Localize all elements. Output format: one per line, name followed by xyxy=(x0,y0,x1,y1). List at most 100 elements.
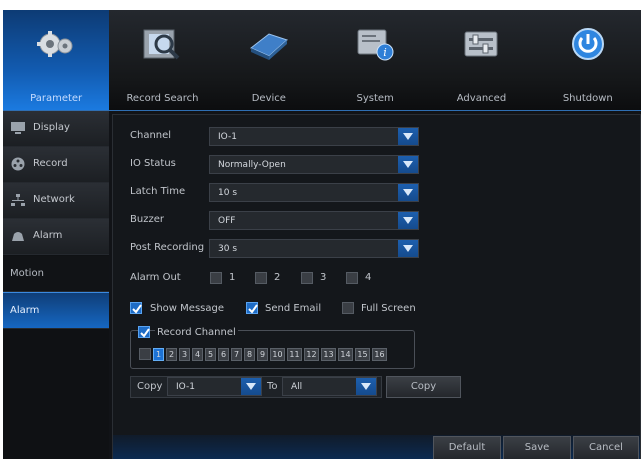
copy-to-select[interactable]: All xyxy=(282,377,377,396)
copy-label: Copy xyxy=(137,381,163,392)
tab-shutdown[interactable]: Shutdown xyxy=(535,10,641,110)
tab-advanced[interactable]: Advanced xyxy=(428,10,534,110)
sidebar-item-network[interactable]: Network xyxy=(3,183,109,219)
post-recording-value: 30 s xyxy=(218,244,238,254)
sidebar-item-label: Record xyxy=(33,158,68,169)
record-channel-button[interactable]: 10 xyxy=(270,348,285,361)
dropdown-arrow-icon xyxy=(398,240,418,257)
channel-value: IO-1 xyxy=(218,132,237,142)
dropdown-arrow-icon xyxy=(356,378,376,395)
alarm-out-option-label: 3 xyxy=(320,272,327,283)
copy-from-select[interactable]: IO-1 xyxy=(167,377,262,396)
sidebar-item-label: Display xyxy=(33,122,70,133)
copy-to-label: To xyxy=(267,381,278,392)
alarm-out-label: Alarm Out xyxy=(130,272,181,283)
record-channel-button[interactable]: 16 xyxy=(372,348,387,361)
record-channel-label: Record Channel xyxy=(155,327,238,338)
monitor-icon xyxy=(11,122,25,134)
record-channel-checkbox[interactable] xyxy=(138,326,150,338)
sidebar-subitem-label: Motion xyxy=(10,268,44,279)
buzzer-label: Buzzer xyxy=(130,214,164,225)
io-status-label: IO Status xyxy=(130,158,176,169)
tab-label: System xyxy=(356,93,394,104)
record-channel-button[interactable]: 13 xyxy=(321,348,336,361)
film-reel-icon xyxy=(11,157,25,171)
check-icon xyxy=(140,328,150,338)
sidebar-subitem-label: Alarm xyxy=(10,305,40,316)
record-channel-button[interactable]: 5 xyxy=(205,348,216,361)
buzzer-value: OFF xyxy=(218,216,236,226)
copy-button[interactable]: Copy xyxy=(386,376,461,398)
dropdown-arrow-icon xyxy=(398,184,418,201)
check-icon xyxy=(248,304,258,314)
dvr-window: Parameter Record Search Device i System … xyxy=(0,0,644,459)
alarm-out-option-label: 2 xyxy=(274,272,281,283)
record-channel-button[interactable]: 6 xyxy=(218,348,229,361)
io-status-select[interactable]: Normally-Open xyxy=(209,155,419,174)
alarm-out-checkbox-4[interactable] xyxy=(346,272,358,284)
system-info-icon: i xyxy=(357,29,394,61)
record-channel-button[interactable]: 3 xyxy=(179,348,190,361)
channel-select[interactable]: IO-1 xyxy=(209,127,419,146)
sidebar-item-record[interactable]: Record xyxy=(3,147,109,183)
sliders-icon xyxy=(464,31,498,57)
full-screen-label: Full Screen xyxy=(361,303,416,314)
latch-time-select[interactable]: 10 s xyxy=(209,183,419,202)
gears-icon xyxy=(37,31,73,57)
sidebar: Display Record Network Alarm Motion Alar… xyxy=(3,111,109,459)
full-screen-checkbox[interactable] xyxy=(342,302,354,314)
show-message-checkbox[interactable] xyxy=(130,302,142,314)
tab-system[interactable]: i System xyxy=(322,10,428,110)
copy-bar: Copy IO-1 To All Copy xyxy=(130,376,461,398)
sidebar-item-label: Network xyxy=(33,194,75,205)
alarm-out-checkbox-3[interactable] xyxy=(301,272,313,284)
tab-record-search[interactable]: Record Search xyxy=(109,10,215,110)
record-channel-button[interactable]: 9 xyxy=(257,348,268,361)
film-magnifier-icon xyxy=(143,29,180,60)
alarm-out-checkbox-2[interactable] xyxy=(255,272,267,284)
send-email-label: Send Email xyxy=(265,303,322,314)
send-email-checkbox[interactable] xyxy=(246,302,258,314)
tab-label: Record Search xyxy=(126,93,199,104)
power-icon xyxy=(571,28,604,60)
tab-parameter[interactable]: Parameter xyxy=(3,10,110,110)
record-channel-button[interactable]: 14 xyxy=(338,348,353,361)
dropdown-arrow-icon xyxy=(398,128,418,145)
record-channel-all-checkbox[interactable] xyxy=(139,348,151,360)
record-channel-button[interactable]: 2 xyxy=(166,348,177,361)
sidebar-subitem-alarm[interactable]: Alarm xyxy=(3,292,109,329)
dropdown-arrow-icon xyxy=(398,156,418,173)
sidebar-item-alarm[interactable]: Alarm xyxy=(3,219,109,255)
io-status-value: Normally-Open xyxy=(218,160,286,170)
tab-device[interactable]: Device xyxy=(216,10,322,110)
record-channel-button[interactable]: 4 xyxy=(192,348,203,361)
buzzer-select[interactable]: OFF xyxy=(209,211,419,230)
alarm-out-option-label: 1 xyxy=(229,272,236,283)
latch-time-label: Latch Time xyxy=(130,186,186,197)
record-channel-button[interactable]: 1 xyxy=(153,348,164,361)
cancel-button[interactable]: Cancel xyxy=(573,436,639,459)
record-channel-button[interactable]: 15 xyxy=(355,348,370,361)
alarm-bell-icon xyxy=(12,232,24,241)
sidebar-item-display[interactable]: Display xyxy=(3,111,109,147)
tab-label: Parameter xyxy=(30,93,83,104)
tab-label: Advanced xyxy=(456,93,507,104)
copy-from-value: IO-1 xyxy=(176,382,195,392)
alarm-settings-panel: Channel IO-1 IO Status Normally-Open Lat… xyxy=(112,114,641,459)
dropdown-arrow-icon xyxy=(398,212,418,229)
alarm-out-checkbox-1[interactable] xyxy=(210,272,222,284)
network-icon xyxy=(11,194,25,206)
default-button[interactable]: Default xyxy=(433,436,501,459)
post-recording-select[interactable]: 30 s xyxy=(209,239,419,258)
record-channel-button[interactable]: 7 xyxy=(231,348,242,361)
record-channel-button[interactable]: 8 xyxy=(244,348,255,361)
latch-time-value: 10 s xyxy=(218,188,238,198)
record-channel-button[interactable]: 11 xyxy=(287,348,302,361)
sidebar-item-label: Alarm xyxy=(33,230,63,241)
top-nav: Parameter Record Search Device i System … xyxy=(3,10,641,111)
record-channel-button[interactable]: 12 xyxy=(304,348,319,361)
tab-label: Shutdown xyxy=(562,93,613,104)
check-icon xyxy=(132,304,142,314)
sidebar-subitem-motion[interactable]: Motion xyxy=(3,256,109,292)
save-button[interactable]: Save xyxy=(503,436,571,459)
